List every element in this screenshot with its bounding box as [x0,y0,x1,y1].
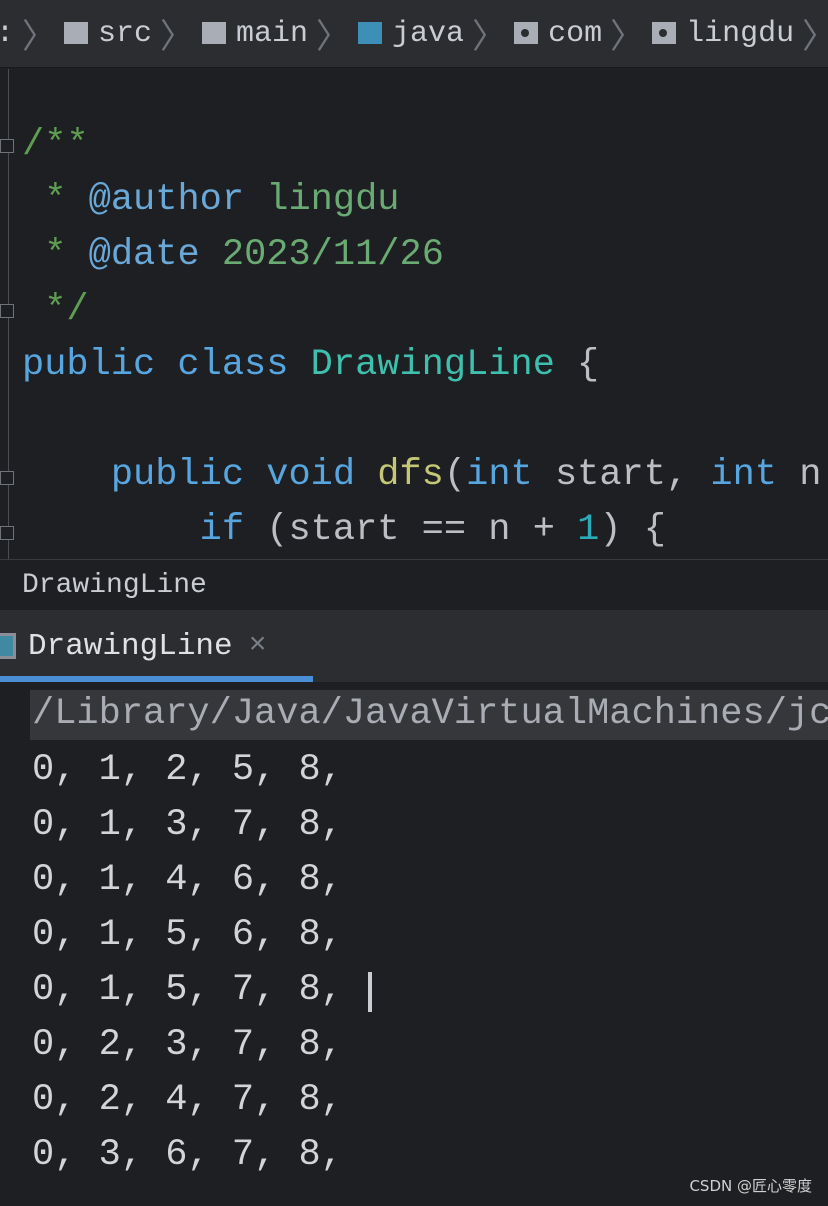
breadcrumb-leading: : [0,17,14,51]
package-icon [652,21,677,44]
code-line: /** [22,125,89,165]
code-token: public class [22,344,311,386]
code-token: 2023/11/26 [199,234,444,276]
code-line: * @author lingdu [22,179,400,221]
code-token: if [22,509,245,551]
tab-label: DrawingLine [28,628,233,664]
chevron-right-icon: 〉 [22,20,57,59]
code-token: * [22,234,89,276]
code-token: { [576,344,600,386]
code-line: public void dfs(int start, int n [22,454,822,496]
breadcrumb: : 〉 src 〉 main 〉 java 〉 com 〉 lingdu 〉 [0,0,828,68]
code-token: dfs [377,454,444,496]
breadcrumb-item-main[interactable]: main [202,17,308,51]
breadcrumb-item-com[interactable]: com [514,17,602,51]
fold-marker-icon[interactable] [0,139,14,153]
code-token: (start == n + [244,509,578,551]
code-token: int [466,454,533,496]
output-line: 0, 2, 3, 7, 8, [32,1024,343,1066]
code-token: /** [22,124,89,166]
code-line: if (start == n + 1) { [22,510,666,550]
code-editor[interactable]: /** * @author lingdu * @date 2023/11/26 … [0,69,828,559]
folder-icon [202,21,227,44]
output-line: 0, 1, 5, 6, 8, [32,914,343,956]
output-line: 0, 3, 6, 7, 8, [32,1134,343,1176]
code-token: int [710,454,777,496]
code-token: * [22,179,89,221]
code-line: */ [22,289,89,331]
console-icon [0,633,16,659]
source-folder-icon [358,21,383,44]
code-token: lingdu [244,179,400,221]
code-token: @author [88,179,245,221]
fold-marker-icon[interactable] [0,471,14,485]
code-line: * @date 2023/11/26 [22,235,444,275]
text-caret [368,972,372,1012]
breadcrumb-item-src[interactable]: src [64,17,152,51]
output-line: 0, 2, 4, 7, 8, [32,1079,343,1121]
close-icon[interactable]: × [249,629,267,663]
output-line: 0, 1, 4, 6, 8, [32,859,343,901]
code-token: start, [532,454,711,496]
structure-bar[interactable]: DrawingLine [0,559,828,610]
chevron-right-icon: 〉 [610,20,645,59]
code-token: public void [22,454,378,496]
code-token: ) { [599,509,666,551]
command-line: /Library/Java/JavaVirtualMachines/jc [32,693,828,735]
console-output[interactable]: /Library/Java/JavaVirtualMachines/jc 0, … [0,682,828,1206]
folder-icon [64,21,89,44]
watermark: CSDN @匠心零度 [689,1177,812,1195]
code-token: n [777,454,822,496]
code-token: ( [443,454,467,496]
chevron-right-icon: 〉 [472,20,507,59]
breadcrumb-item-lingdu[interactable]: lingdu [652,17,794,51]
code-token: */ [22,289,89,331]
code-token: DrawingLine [310,344,555,386]
package-icon [514,21,539,44]
structure-label: DrawingLine [22,570,207,601]
output-line: 0, 1, 5, 7, 8, [32,969,343,1011]
chevron-right-icon: 〉 [160,20,195,59]
output-line: 0, 1, 3, 7, 8, [32,804,343,846]
fold-marker-icon[interactable] [0,304,14,318]
code-token: 1 [577,509,600,551]
code-token: @date [88,234,200,276]
breadcrumb-item-java[interactable]: java [358,17,464,51]
output-line: 0, 1, 2, 5, 8, [32,749,343,791]
run-tab-bar: DrawingLine × [0,610,828,682]
code-line: public class DrawingLine { [22,345,599,385]
chevron-right-icon: 〉 [802,9,828,59]
fold-marker-icon[interactable] [0,526,14,540]
chevron-right-icon: 〉 [316,20,351,59]
tab-drawingline[interactable]: DrawingLine × [0,610,313,682]
